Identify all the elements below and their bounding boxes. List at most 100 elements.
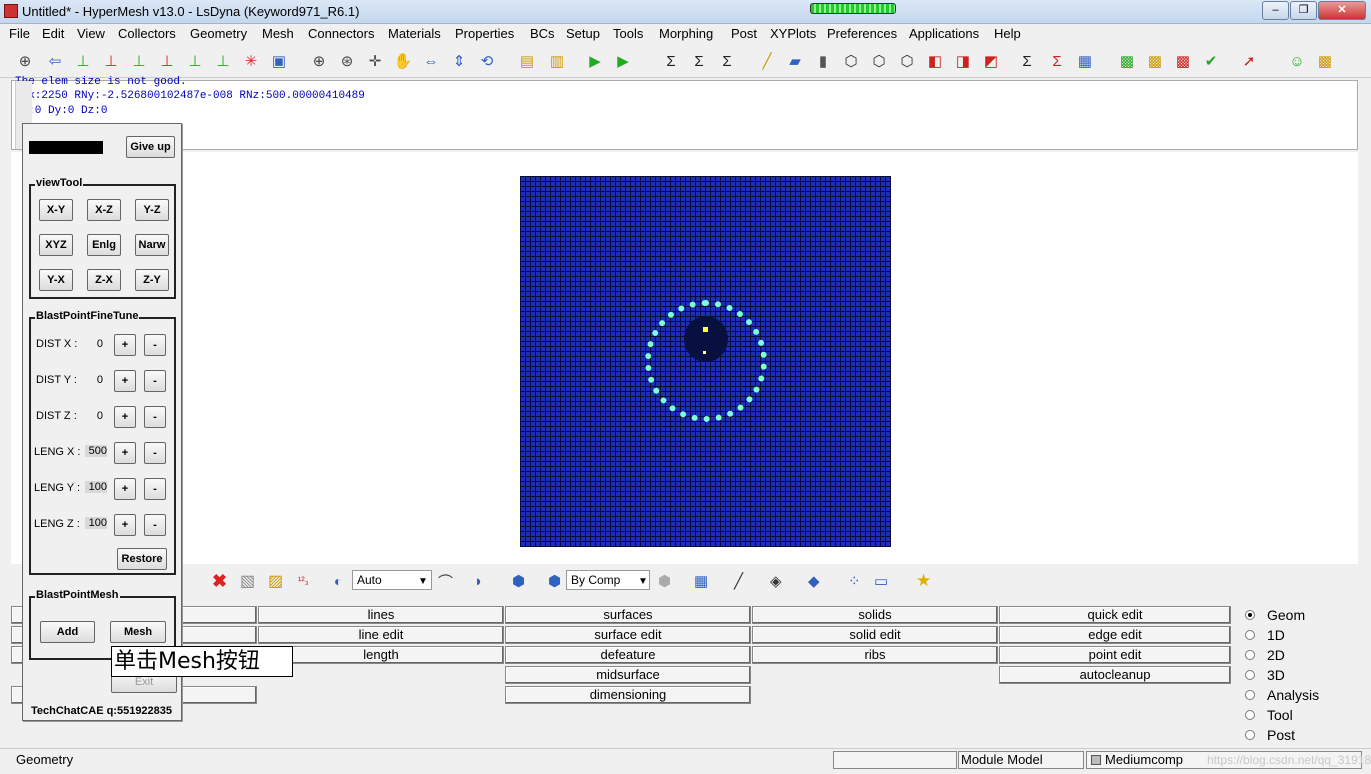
view-yz-button[interactable]: Y-Z <box>135 199 169 221</box>
current-component-box[interactable]: Mediumcomp https://blog.csdn.net/qq_31918… <box>1086 751 1371 769</box>
axis-xy-icon[interactable]: ⊥ <box>72 50 94 72</box>
color-mode-icon[interactable]: ◐ <box>334 571 342 591</box>
surfaces-button[interactable]: surfaces <box>505 606 751 624</box>
menu-properties[interactable]: Properties <box>455 26 514 41</box>
surface-display-icon[interactable]: ◗ <box>474 571 483 591</box>
import-icon[interactable]: ▶ <box>584 50 606 72</box>
menu-view[interactable]: View <box>77 26 105 41</box>
view-xyz-button[interactable]: XYZ <box>39 234 73 256</box>
axis-zx-icon[interactable]: ⊥ <box>156 50 178 72</box>
copy-entity-icon[interactable]: ▤ <box>516 50 538 72</box>
solid-edit-button[interactable]: solid edit <box>752 626 998 644</box>
delete-icon[interactable]: ✖ <box>212 571 227 591</box>
leng-z-plus-button[interactable]: + <box>114 514 136 536</box>
dist-x-minus-button[interactable]: - <box>144 334 166 356</box>
element-line-icon[interactable]: ╱ <box>734 571 743 591</box>
narrow-button[interactable]: Narw <box>135 234 169 256</box>
edge-edit-button[interactable]: edge edit <box>999 626 1231 644</box>
horizontal-arrows-icon[interactable]: ⇔ <box>420 50 442 72</box>
check-icon[interactable]: ✔ <box>1200 50 1222 72</box>
axis-yz-icon[interactable]: ⊥ <box>184 50 206 72</box>
quick-edit-button[interactable]: quick edit <box>999 606 1231 624</box>
axis-yx-icon[interactable]: ⊥ <box>100 50 122 72</box>
calculator-icon[interactable]: ▦ <box>1074 50 1096 72</box>
view-save-icon[interactable]: ▣ <box>268 50 290 72</box>
sum-icon[interactable]: Σ <box>660 50 682 72</box>
dist-y-minus-button[interactable]: - <box>144 370 166 392</box>
leng-x-plus-button[interactable]: + <box>114 442 136 464</box>
leng-y-minus-button[interactable]: - <box>144 478 166 500</box>
maximize-button[interactable]: ❐ <box>1290 1 1317 20</box>
view-xy-button[interactable]: X-Y <box>39 199 73 221</box>
plane-cut-icon[interactable]: ◩ <box>980 50 1002 72</box>
renumber-icon[interactable]: ¹²₃ <box>298 571 309 591</box>
open-folder-icon[interactable]: ▩ <box>1144 50 1166 72</box>
mirror-icon[interactable]: ◨ <box>952 50 974 72</box>
dist-z-plus-button[interactable]: + <box>114 406 136 428</box>
close-button[interactable]: ✕ <box>1318 1 1366 20</box>
shell-icon[interactable]: ◈ <box>770 571 782 591</box>
axis-iso-icon[interactable]: ✳ <box>240 50 262 72</box>
give-up-button[interactable]: Give up <box>126 136 175 158</box>
line-tool-icon[interactable]: ╱ <box>756 50 778 72</box>
chevron-down-icon[interactable]: ▼ <box>638 571 648 591</box>
paste-entity-icon[interactable]: ▥ <box>546 50 568 72</box>
length-button[interactable]: length <box>258 646 504 664</box>
rotate-icon[interactable]: ⟲ <box>476 50 498 72</box>
add-button[interactable]: Add <box>40 621 95 643</box>
radio-analysis[interactable]: Analysis <box>1245 687 1319 703</box>
dist-x-plus-button[interactable]: + <box>114 334 136 356</box>
leng-x-minus-button[interactable]: - <box>144 442 166 464</box>
minimize-button[interactable]: – <box>1262 1 1289 20</box>
axis-zy-icon[interactable]: ⊥ <box>212 50 234 72</box>
cube-outline-icon[interactable]: ⬡ <box>840 50 862 72</box>
midsurface-button[interactable]: midsurface <box>505 666 751 684</box>
menu-connectors[interactable]: Connectors <box>308 26 374 41</box>
radio-1d[interactable]: 1D <box>1245 627 1285 643</box>
menu-materials[interactable]: Materials <box>388 26 441 41</box>
radio-tool[interactable]: Tool <box>1245 707 1293 723</box>
color-by-icon[interactable]: ⬢ <box>548 571 561 591</box>
radio-post[interactable]: Post <box>1245 727 1295 743</box>
back-arrow-icon[interactable]: ⇦ <box>44 50 66 72</box>
view-zy-button[interactable]: Z-Y <box>135 269 169 291</box>
mesh-cube-icon[interactable]: ▦ <box>694 571 708 591</box>
curve-display-icon[interactable]: ⌒ <box>438 571 453 591</box>
plane-icon[interactable]: ◆ <box>808 571 820 591</box>
view-xz-button[interactable]: X-Z <box>87 199 121 221</box>
line-edit-button[interactable]: line edit <box>258 626 504 644</box>
radio-2d[interactable]: 2D <box>1245 647 1285 663</box>
menu-preferences[interactable]: Preferences <box>827 26 897 41</box>
autocleanup-button[interactable]: autocleanup <box>999 666 1231 684</box>
menu-applications[interactable]: Applications <box>909 26 979 41</box>
view-zx-button[interactable]: Z-X <box>87 269 121 291</box>
cube-shaded-icon[interactable]: ⬡ <box>896 50 918 72</box>
leng-z-minus-button[interactable]: - <box>144 514 166 536</box>
menu-collectors[interactable]: Collectors <box>118 26 176 41</box>
find-icon[interactable]: ▨ <box>268 571 283 591</box>
menu-post[interactable]: Post <box>731 26 757 41</box>
bar-tool-icon[interactable]: ▰ <box>784 50 806 72</box>
monitor-icon[interactable]: ▭ <box>874 571 888 591</box>
menu-geometry[interactable]: Geometry <box>190 26 247 41</box>
zoom-in-icon[interactable]: ⊕ <box>308 50 330 72</box>
user-icon[interactable]: ☺ <box>1286 50 1308 72</box>
menu-edit[interactable]: Edit <box>42 26 64 41</box>
menu-morphing[interactable]: Morphing <box>659 26 713 41</box>
ribs-button[interactable]: ribs <box>752 646 998 664</box>
transparent-cube-icon[interactable]: ⬢ <box>658 571 671 591</box>
point-edit-button[interactable]: point edit <box>999 646 1231 664</box>
restore-button[interactable]: Restore <box>117 548 167 570</box>
dist-z-minus-button[interactable]: - <box>144 406 166 428</box>
export-icon[interactable]: ▶ <box>612 50 634 72</box>
solids-button[interactable]: solids <box>752 606 998 624</box>
redo-arrow-icon[interactable]: ➚ <box>1238 50 1260 72</box>
dist-y-plus-button[interactable]: + <box>114 370 136 392</box>
menu-setup[interactable]: Setup <box>566 26 600 41</box>
pan-hand-icon[interactable]: ✋ <box>392 50 414 72</box>
vertical-arrows-icon[interactable]: ⇕ <box>448 50 470 72</box>
leng-y-plus-button[interactable]: + <box>114 478 136 500</box>
cylinder-icon[interactable]: ▮ <box>812 50 834 72</box>
section-cut-icon[interactable]: ◧ <box>924 50 946 72</box>
sum-folder-icon[interactable]: Σ <box>688 50 710 72</box>
